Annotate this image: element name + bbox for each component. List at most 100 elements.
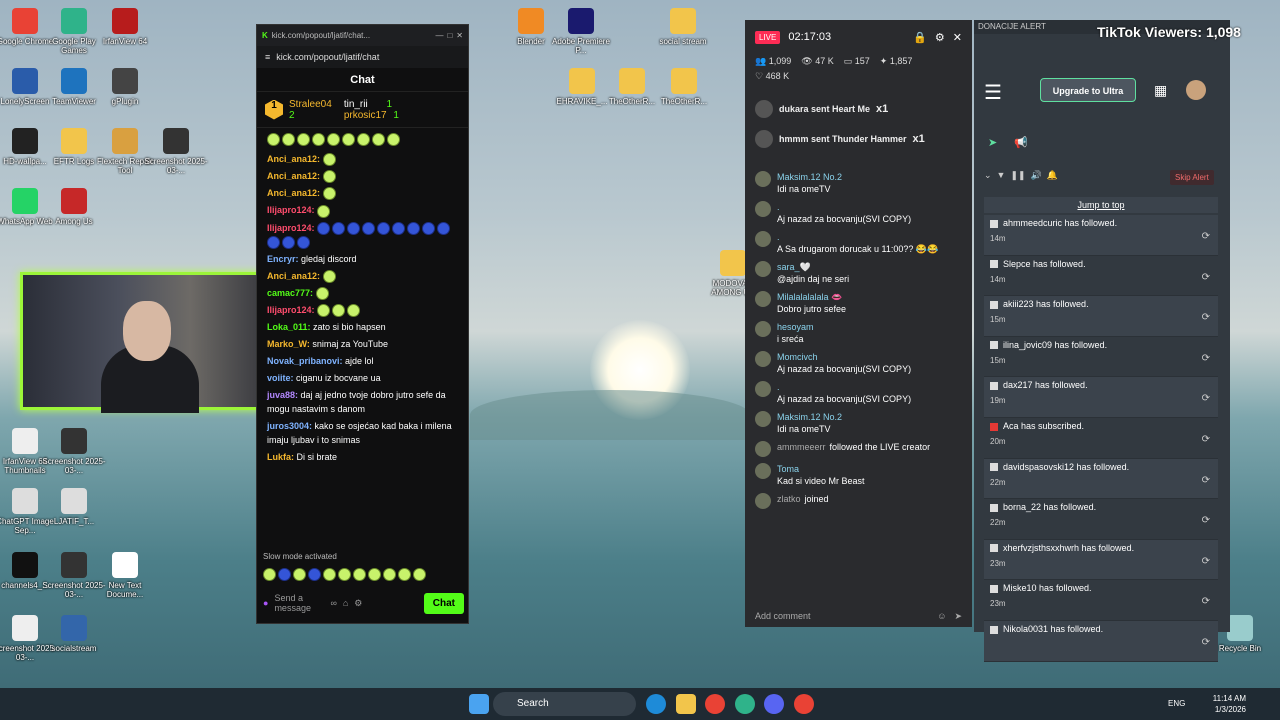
- comment-item[interactable]: ammmeeerr followed the LIVE creator: [745, 438, 972, 460]
- desktop-icon[interactable]: LJATIF_T...: [39, 488, 109, 526]
- settings-icon[interactable]: ⚙: [354, 598, 362, 609]
- chat-message[interactable]: Ilijapro124:: [267, 203, 460, 218]
- store-icon[interactable]: ⌂: [343, 598, 348, 608]
- comment-item[interactable]: sara_🤍 @ajdin daj ne seri: [745, 258, 972, 288]
- site-info-icon[interactable]: ≡: [265, 52, 270, 62]
- chat-username[interactable]: Anci_ana12:: [267, 188, 323, 198]
- start-icon[interactable]: [469, 694, 489, 714]
- desktop-icon[interactable]: social stream: [648, 8, 718, 46]
- replay-icon[interactable]: ⟳: [1202, 556, 1210, 567]
- comment-username[interactable]: zlatko: [777, 494, 801, 504]
- kick-message-input[interactable]: Send a message: [274, 593, 324, 613]
- chat-message[interactable]: Ilijapro124:: [267, 303, 460, 318]
- chat-username[interactable]: Novak_pribanovi:: [267, 356, 345, 366]
- send-icon[interactable]: ➤: [954, 611, 962, 622]
- comment-username[interactable]: Milalalalalala 👄: [777, 291, 846, 303]
- comment-username[interactable]: hesoyam: [777, 321, 814, 333]
- chat-username[interactable]: Anci_ana12:: [267, 154, 323, 164]
- chat-username[interactable]: Lukfa:: [267, 452, 297, 462]
- comment-item[interactable]: Momcivch Aj nazad za bocvanju(SVI COPY): [745, 348, 972, 378]
- comment-item[interactable]: . Aj nazad za bocvanju(SVI COPY): [745, 378, 972, 408]
- comment-item[interactable]: .A Sa drugarom dorucak u 11:00?? 😂😂: [745, 228, 972, 258]
- chrome-profile-icon[interactable]: [794, 694, 814, 714]
- chat-message[interactable]: Anci_ana12:: [267, 169, 460, 184]
- file-explorer-icon[interactable]: [676, 694, 696, 714]
- settings-icon[interactable]: ⚙: [935, 31, 945, 44]
- close-icon[interactable]: ✕: [953, 31, 962, 44]
- chat-username[interactable]: voiite:: [267, 373, 296, 383]
- chat-message[interactable]: Anci_ana12:: [267, 152, 460, 167]
- comment-username[interactable]: Momcivch: [777, 351, 911, 363]
- replay-icon[interactable]: ⟳: [1202, 637, 1210, 648]
- chat-username[interactable]: camac777:: [267, 288, 316, 298]
- chat-message[interactable]: voiite: ciganu iz bocvane ua: [267, 371, 460, 385]
- kick-address-bar[interactable]: ≡ kick.com/popout/ljatif/chat: [257, 46, 468, 68]
- apps-icon[interactable]: ▦: [1154, 82, 1167, 99]
- chat-username[interactable]: Ilijapro124:: [267, 305, 317, 315]
- emote-icon[interactable]: ∞: [330, 598, 336, 608]
- desktop-icon[interactable]: Among Us: [39, 188, 109, 226]
- replay-icon[interactable]: ⟳: [1202, 231, 1210, 242]
- comment-username[interactable]: Toma: [777, 463, 865, 475]
- add-comment-input[interactable]: Add comment: [755, 611, 937, 621]
- comment-username[interactable]: .: [777, 381, 911, 393]
- close-icon[interactable]: ✕: [456, 31, 463, 40]
- replay-icon[interactable]: ⟳: [1202, 475, 1210, 486]
- upgrade-button[interactable]: Upgrade to Ultra: [1040, 78, 1136, 102]
- comment-item[interactable]: Maksim.12 No.2 Idi na omeTV: [745, 408, 972, 438]
- desktop-icon[interactable]: IrfanView 64: [90, 8, 160, 46]
- chat-username[interactable]: Anci_ana12:: [267, 271, 323, 281]
- send-tab-icon[interactable]: ➤: [988, 136, 997, 149]
- comment-username[interactable]: Maksim.12 No.2: [777, 411, 842, 423]
- replay-icon[interactable]: ⟳: [1202, 353, 1210, 364]
- comment-username[interactable]: ammmeeerr: [777, 442, 826, 452]
- chat-message[interactable]: juva88: daj aj jedno tvoje dobro jutro s…: [267, 388, 460, 416]
- desktop-icon[interactable]: Screenshot 2025-03-...: [39, 428, 109, 475]
- replay-icon[interactable]: ⟳: [1202, 596, 1210, 607]
- comment-username[interactable]: .: [777, 231, 938, 243]
- replay-icon[interactable]: ⟳: [1202, 272, 1210, 283]
- comment-item[interactable]: zlatko joined: [745, 490, 972, 512]
- chat-message[interactable]: Encryr: gledaj discord: [267, 252, 460, 266]
- emote-picker-row[interactable]: [263, 566, 428, 582]
- chat-username[interactable]: Ilijapro124:: [267, 205, 317, 215]
- leader-2-name[interactable]: tin_rii: [344, 99, 368, 110]
- comment-username[interactable]: sara_🤍: [777, 261, 849, 273]
- chat-username[interactable]: juva88:: [267, 390, 301, 400]
- comment-username[interactable]: Maksim.12 No.2: [777, 171, 842, 183]
- chat-message[interactable]: Marko_W: snimaj za YouTube: [267, 337, 460, 351]
- desktop-icon[interactable]: New Text Docume...: [90, 552, 160, 599]
- maximize-icon[interactable]: □: [447, 31, 452, 40]
- chrome-icon[interactable]: [705, 694, 725, 714]
- comment-item[interactable]: . Aj nazad za bocvanju(SVI COPY): [745, 198, 972, 228]
- replay-icon[interactable]: ⟳: [1202, 515, 1210, 526]
- menu-icon[interactable]: ☰: [984, 80, 1002, 105]
- lock-icon[interactable]: 🔒: [913, 31, 927, 44]
- chat-message[interactable]: juros3004: kako se osjećao kad baka i mi…: [267, 419, 460, 447]
- kick-message-list[interactable]: Anci_ana12: Anci_ana12: Anci_ana12: Ilij…: [257, 149, 470, 569]
- skip-alert-button[interactable]: Skip Alert: [1170, 170, 1214, 185]
- edge-icon[interactable]: [646, 694, 666, 714]
- chat-username[interactable]: Ilijapro124:: [267, 223, 317, 233]
- chat-username[interactable]: Marko_W:: [267, 339, 312, 349]
- mic-icon[interactable]: ●: [263, 598, 268, 608]
- desktop-icon[interactable]: gPlugin: [90, 68, 160, 106]
- chat-message[interactable]: Novak_pribanovi: ajde lol: [267, 354, 460, 368]
- emoji-icon[interactable]: ☺: [937, 611, 946, 621]
- replay-icon[interactable]: ⟳: [1202, 434, 1210, 445]
- comment-item[interactable]: Toma Kad si video Mr Beast: [745, 460, 972, 490]
- discord-icon[interactable]: [764, 694, 784, 714]
- comment-username[interactable]: .: [777, 201, 911, 213]
- chat-message[interactable]: Loka_011: zato si bio hapsen: [267, 320, 460, 334]
- comment-item[interactable]: hesoyam i sreća: [745, 318, 972, 348]
- chat-username[interactable]: Encryr:: [267, 254, 301, 264]
- minimize-icon[interactable]: —: [435, 31, 443, 40]
- chat-username[interactable]: juros3004:: [267, 421, 315, 431]
- desktop-icon[interactable]: Screenshot 2025-03-...: [141, 128, 211, 175]
- app-icon[interactable]: [735, 694, 755, 714]
- chat-username[interactable]: Anci_ana12:: [267, 171, 323, 181]
- leader-3-name[interactable]: prkosic17: [344, 110, 387, 121]
- chat-message[interactable]: Lukfa: Di si brate: [267, 450, 460, 464]
- chat-message[interactable]: camac777:: [267, 286, 460, 300]
- desktop-icon[interactable]: TheOtherR...: [649, 68, 719, 106]
